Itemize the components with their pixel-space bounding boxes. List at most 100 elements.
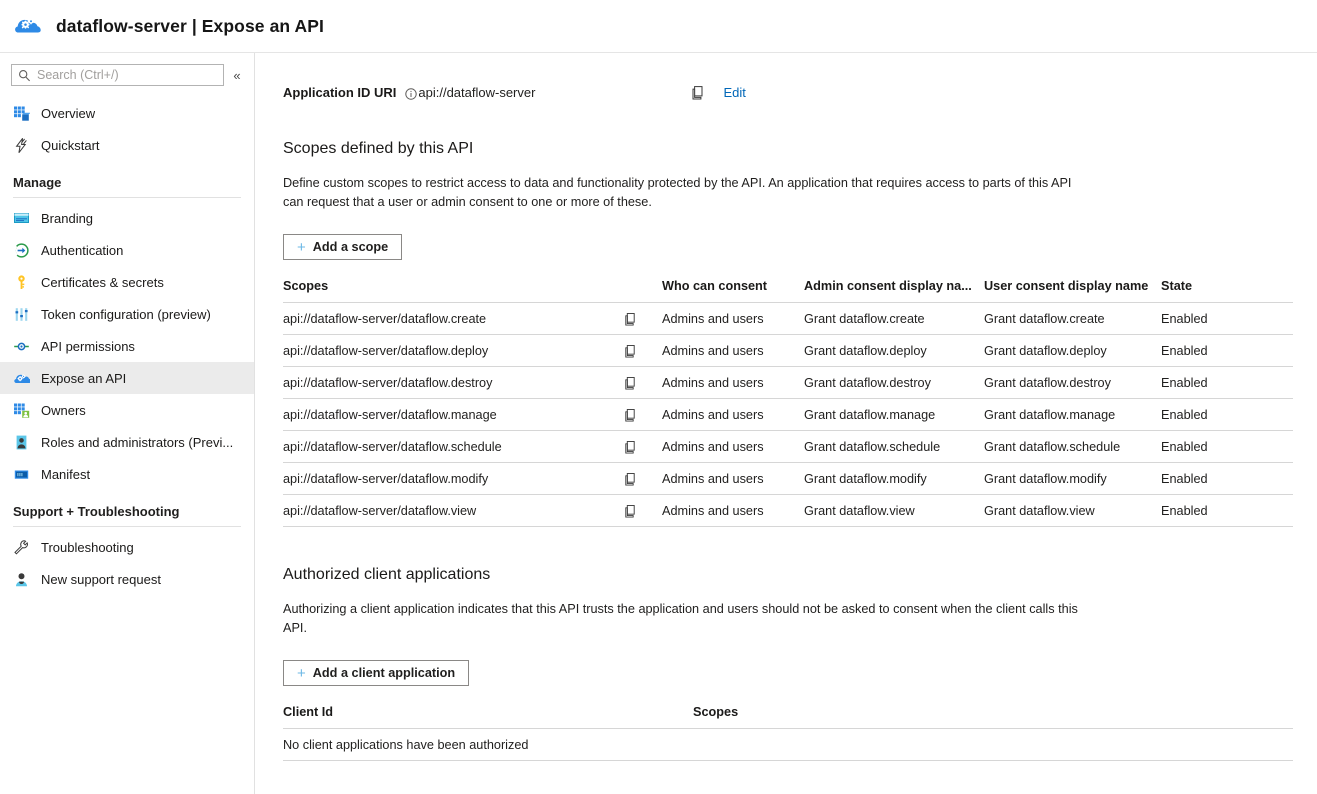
sidebar-item-label: Manifest [41,467,90,482]
sidebar-item-certificates-secrets[interactable]: Certificates & secrets [0,266,254,298]
table-row[interactable]: api://dataflow-server/dataflow.modify Adm… [283,463,1293,495]
column-header-client-id[interactable]: Client Id [283,705,693,729]
add-a-client-application-button[interactable]: + Add a client application [283,660,469,686]
user-consent-display-name-cell: Grant dataflow.view [984,495,1161,527]
scope-link[interactable]: api://dataflow-server/dataflow.view [283,495,623,527]
sidebar-item-label: API permissions [41,339,135,354]
who-can-consent-cell: Admins and users [662,367,804,399]
client-applications-table: Client Id Scopes No client applications … [283,705,1293,761]
scope-link[interactable]: api://dataflow-server/dataflow.modify [283,463,623,495]
sidebar-item-manifest[interactable]: Manifest [0,458,254,490]
info-circle-icon[interactable] [405,87,417,99]
scope-link[interactable]: api://dataflow-server/dataflow.manage [283,399,623,431]
copy-icon[interactable] [690,85,705,100]
sidebar-item-branding[interactable]: Branding [0,202,254,234]
cloud-gear-icon [13,370,30,387]
who-can-consent-cell: Admins and users [662,431,804,463]
who-can-consent-cell: Admins and users [662,399,804,431]
copy-icon[interactable] [623,495,662,527]
search-box[interactable] [11,64,224,86]
client-apps-section-title: Authorized client applications [283,566,1317,584]
admin-consent-display-name-cell: Grant dataflow.create [804,303,984,335]
who-can-consent-cell: Admins and users [662,495,804,527]
scope-link[interactable]: api://dataflow-server/dataflow.destroy [283,367,623,399]
table-row[interactable]: api://dataflow-server/dataflow.schedule A… [283,431,1293,463]
copy-icon[interactable] [623,367,662,399]
sidebar-item-overview[interactable]: Overview [0,97,254,129]
edit-link[interactable]: Edit [723,85,745,100]
lightning-bolt-icon [13,137,30,154]
table-row[interactable]: api://dataflow-server/dataflow.createAdm… [283,303,1293,335]
sidebar-item-authentication[interactable]: Authentication [0,234,254,266]
column-header-state[interactable]: State [1161,279,1293,303]
sidebar-item-label: Branding [41,211,93,226]
sidebar-item-api-permissions[interactable]: API permissions [0,330,254,362]
table-row[interactable]: api://dataflow-server/dataflow.destroy Ad… [283,367,1293,399]
copy-icon[interactable] [623,335,662,367]
table-row[interactable]: api://dataflow-server/dataflow.view Admin… [283,495,1293,527]
column-header-copy [623,279,662,303]
search-icon [18,69,31,82]
user-consent-display-name-cell: Grant dataflow.create [984,303,1161,335]
add-a-scope-button[interactable]: + Add a scope [283,234,402,260]
scopes-table-header-row: Scopes Who can consent Admin consent dis… [283,279,1293,303]
user-consent-display-name-cell: Grant dataflow.modify [984,463,1161,495]
scope-link[interactable]: api://dataflow-server/dataflow.create [283,303,623,335]
wrench-icon [13,539,30,556]
admin-consent-display-name-cell: Grant dataflow.view [804,495,984,527]
sidebar-item-expose-an-api[interactable]: Expose an API [0,362,254,394]
sidebar-item-quickstart[interactable]: Quickstart [0,129,254,161]
authentication-arrow-icon [13,242,30,259]
sidebar-item-token-configuration[interactable]: Token configuration (preview) [0,298,254,330]
copy-icon[interactable] [623,399,662,431]
copy-icon[interactable] [623,463,662,495]
state-cell: Enabled [1161,303,1293,335]
scope-link[interactable]: api://dataflow-server/dataflow.deploy [283,335,623,367]
body-container: « Overview [0,53,1317,794]
app-header: dataflow-server | Expose an API [0,0,1317,53]
sidebar-item-roles-and-administrators[interactable]: Roles and administrators (Previ... [0,426,254,458]
plus-icon: + [297,240,306,255]
admin-consent-display-name-cell: Grant dataflow.schedule [804,431,984,463]
user-consent-display-name-cell: Grant dataflow.schedule [984,431,1161,463]
sidebar-nav: Overview Quickstart Manage [0,97,254,595]
state-cell: Enabled [1161,463,1293,495]
scopes-section-description: Define custom scopes to restrict access … [283,174,1078,212]
state-cell: Enabled [1161,495,1293,527]
sidebar-item-label: Certificates & secrets [41,275,164,290]
column-header-admin-consent-display-name[interactable]: Admin consent display na... [804,279,984,303]
overview-grid-icon [13,105,30,122]
search-input[interactable] [37,68,217,82]
owners-grid-icon [13,402,30,419]
sidebar-item-label: Authentication [41,243,123,258]
chevron-double-left-icon[interactable]: « [228,68,246,83]
application-id-uri-row: Application ID URI api://dataflow-server… [283,75,1317,109]
sidebar-item-owners[interactable]: Owners [0,394,254,426]
column-header-scopes[interactable]: Scopes [283,279,623,303]
column-header-who-can-consent[interactable]: Who can consent [662,279,804,303]
copy-icon[interactable] [623,303,662,335]
sidebar-section-manage: Manage [0,161,254,193]
who-can-consent-cell: Admins and users [662,463,804,495]
user-consent-display-name-cell: Grant dataflow.deploy [984,335,1161,367]
scope-link[interactable]: api://dataflow-server/dataflow.schedule [283,431,623,463]
sliders-icon [13,306,30,323]
plus-icon: + [297,666,306,681]
application-id-uri-label: Application ID URI [283,85,396,100]
copy-icon[interactable] [623,431,662,463]
state-cell: Enabled [1161,367,1293,399]
sidebar-search-row: « [0,64,254,86]
sidebar-item-label: Token configuration (preview) [41,307,211,322]
table-row[interactable]: api://dataflow-server/dataflow.deployAdm… [283,335,1293,367]
column-header-scopes[interactable]: Scopes [693,705,1293,729]
support-person-icon [13,571,30,588]
sidebar-item-label: Owners [41,403,86,418]
sidebar-item-new-support-request[interactable]: New support request [0,563,254,595]
scopes-section-title: Scopes defined by this API [283,140,1317,158]
admin-consent-display-name-cell: Grant dataflow.destroy [804,367,984,399]
column-header-user-consent-display-name[interactable]: User consent display name [984,279,1161,303]
roles-lock-person-icon [13,434,30,451]
table-row[interactable]: api://dataflow-server/dataflow.manage Adm… [283,399,1293,431]
sidebar-item-troubleshooting[interactable]: Troubleshooting [0,531,254,563]
admin-consent-display-name-cell: Grant dataflow.manage [804,399,984,431]
